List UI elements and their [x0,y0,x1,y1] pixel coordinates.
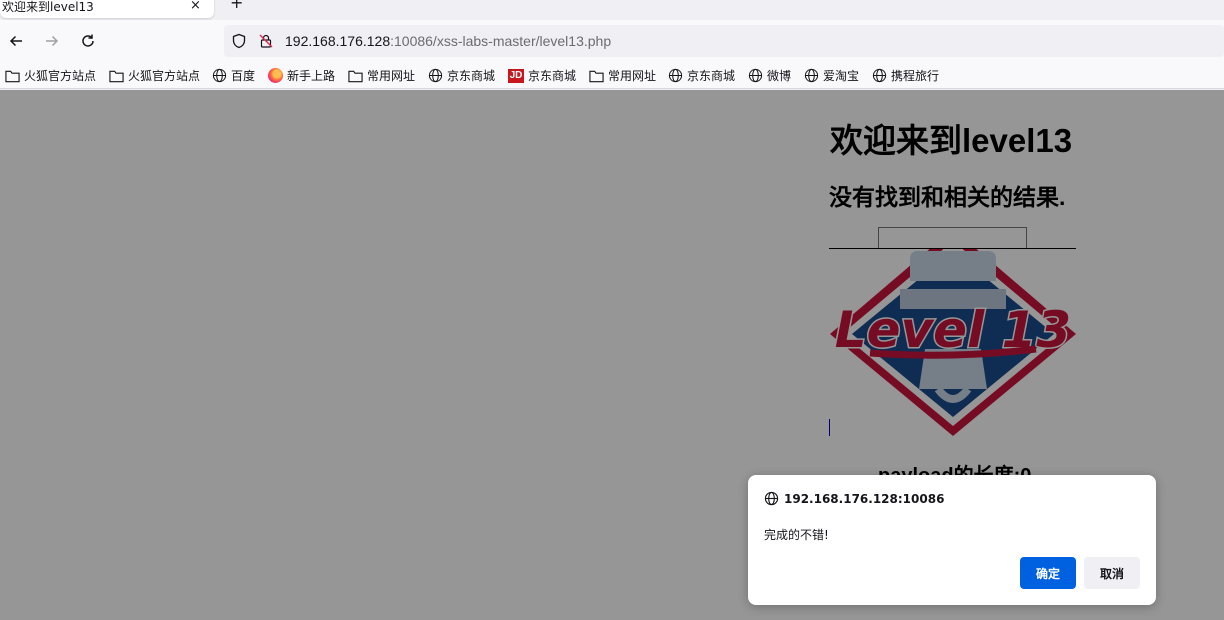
tab-strip: 欢迎来到level13 × + [0,0,1224,20]
bookmark-item[interactable]: 微博 [748,67,791,84]
globe-icon [212,68,227,83]
bookmark-label: 京东商城 [687,69,736,83]
dialog-message: 完成的不错! [764,528,829,542]
bookmark-item[interactable]: 爱淘宝 [804,67,859,84]
bookmark-label: 火狐官方站点 [24,69,97,83]
url-text[interactable]: 192.168.176.128:10086/xss-labs-master/le… [285,32,611,50]
close-tab-icon[interactable]: × [190,0,201,13]
bookmark-item[interactable]: 京东商城 [428,67,495,84]
forward-arrow-icon [46,35,59,47]
folder-icon [109,70,124,82]
dialog-header: 192.168.176.128:10086 [764,491,944,506]
bookmark-item[interactable]: 火狐官方站点 [5,67,96,84]
dialog-origin: 192.168.176.128:10086 [784,491,945,506]
bookmark-item[interactable]: 京东商城 [668,67,735,84]
alert-dialog: 192.168.176.128:10086 完成的不错! 确定 取消 [748,475,1156,605]
bookmark-item[interactable]: JD 京东商城 [508,67,576,84]
folder-icon [5,70,20,82]
firefox-icon [268,68,283,83]
url-path: :10086/xss-labs-master/level13.php [390,33,612,49]
bookmark-label: 常用网址 [367,69,416,83]
bookmark-label: 微博 [767,69,792,83]
folder-icon [589,70,604,82]
active-tab[interactable]: 欢迎来到level13 × [0,0,214,18]
bookmark-label: 常用网址 [608,69,657,83]
back-arrow-icon [9,35,22,47]
globe-icon [668,68,683,83]
bookmarks-bar: 火狐官方站点 火狐官方站点 百度 新手上路 常用网址 京东商城 JD 京东商城 常用网址 京东商城… [0,62,1224,89]
bookmark-item[interactable]: 百度 [212,67,255,84]
bookmark-label: 爱淘宝 [823,69,860,83]
bookmark-item[interactable]: 新手上路 [268,67,335,84]
globe-icon [764,491,779,506]
ok-button[interactable]: 确定 [1020,557,1076,589]
new-tab-button[interactable]: + [230,0,243,12]
insecure-lock-icon[interactable] [258,33,274,49]
jd-icon: JD [508,68,524,83]
shield-icon[interactable] [231,33,247,49]
tab-title: 欢迎来到level13 [2,0,94,14]
bookmark-label: 京东商城 [447,69,496,83]
reload-button[interactable] [77,30,99,52]
folder-icon [348,70,363,82]
cancel-button[interactable]: 取消 [1084,557,1140,589]
globe-icon [748,68,763,83]
bookmark-label: 京东商城 [528,69,577,83]
forward-button[interactable] [41,30,63,52]
url-bar[interactable]: 192.168.176.128:10086/xss-labs-master/le… [224,25,1224,57]
bookmark-label: 百度 [231,69,256,83]
bookmark-item[interactable]: 常用网址 [589,67,656,84]
globe-icon [872,68,887,83]
globe-icon [428,68,443,83]
reload-icon [82,34,94,47]
globe-icon [804,68,819,83]
bookmark-label: 新手上路 [287,69,336,83]
url-host: 192.168.176.128 [285,33,391,49]
bookmark-item[interactable]: 常用网址 [348,67,415,84]
bookmark-item[interactable]: 火狐官方站点 [109,67,200,84]
bookmark-label: 携程旅行 [891,69,940,83]
bookmark-label: 火狐官方站点 [128,69,201,83]
bookmark-item[interactable]: 携程旅行 [872,67,939,84]
back-button[interactable] [5,30,27,52]
nav-toolbar: 192.168.176.128:10086/xss-labs-master/le… [0,20,1224,62]
